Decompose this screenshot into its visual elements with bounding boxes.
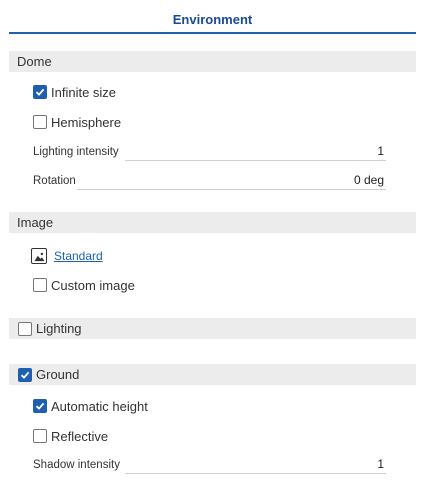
lighting-intensity-field[interactable]: Lighting intensity 1 xyxy=(33,144,386,162)
rotation-value[interactable]: 0 deg xyxy=(354,173,384,187)
infinite-size-checkbox[interactable]: Infinite size xyxy=(33,84,116,100)
checkbox-unchecked-icon[interactable] xyxy=(33,278,47,292)
rotation-underline xyxy=(77,189,386,190)
image-icon xyxy=(31,248,47,264)
standard-image-link[interactable]: Standard xyxy=(54,249,103,263)
checkbox-checked-icon[interactable] xyxy=(33,399,47,413)
ground-checkbox-icon[interactable] xyxy=(18,367,32,382)
custom-image-checkbox[interactable]: Custom image xyxy=(33,277,135,293)
rotation-field[interactable]: Rotation 0 deg xyxy=(33,173,386,191)
dome-section-header: Dome xyxy=(9,51,416,72)
hemisphere-checkbox[interactable]: Hemisphere xyxy=(33,114,121,130)
shadow-intensity-label: Shadow intensity xyxy=(33,459,120,471)
automatic-height-label: Automatic height xyxy=(51,398,148,414)
image-header-label: Image xyxy=(17,215,54,230)
ground-section-header[interactable]: Ground xyxy=(9,364,416,385)
lighting-intensity-label: Lighting intensity xyxy=(33,146,119,158)
lighting-intensity-underline xyxy=(125,160,386,161)
infinite-size-label: Infinite size xyxy=(51,84,117,100)
automatic-height-checkbox[interactable]: Automatic height xyxy=(33,398,148,414)
lighting-checkbox-icon[interactable] xyxy=(18,321,32,336)
environment-panel: Environment Dome Infinite size Hemispher… xyxy=(0,0,428,487)
custom-image-label: Custom image xyxy=(51,277,135,293)
lighting-intensity-value[interactable]: 1 xyxy=(377,144,384,158)
shadow-intensity-value[interactable]: 1 xyxy=(377,457,384,471)
standard-image-option[interactable]: Standard xyxy=(31,247,103,265)
rotation-label: Rotation xyxy=(33,175,76,187)
reflective-label: Reflective xyxy=(51,428,109,444)
reflective-checkbox[interactable]: Reflective xyxy=(33,428,108,444)
dome-header-label: Dome xyxy=(17,54,52,69)
shadow-intensity-field[interactable]: Shadow intensity 1 xyxy=(33,457,386,475)
checkbox-unchecked-icon[interactable] xyxy=(33,115,47,129)
shadow-intensity-underline xyxy=(125,473,386,474)
lighting-label: Lighting xyxy=(36,321,82,336)
lighting-section-header[interactable]: Lighting xyxy=(9,318,416,339)
panel-title-text: Environment xyxy=(172,12,253,27)
image-section-header: Image xyxy=(9,212,416,233)
ground-label: Ground xyxy=(36,367,80,382)
checkbox-checked-icon[interactable] xyxy=(33,85,47,99)
checkbox-unchecked-icon[interactable] xyxy=(33,429,47,443)
panel-title: Environment xyxy=(9,10,416,34)
hemisphere-label: Hemisphere xyxy=(51,114,122,130)
